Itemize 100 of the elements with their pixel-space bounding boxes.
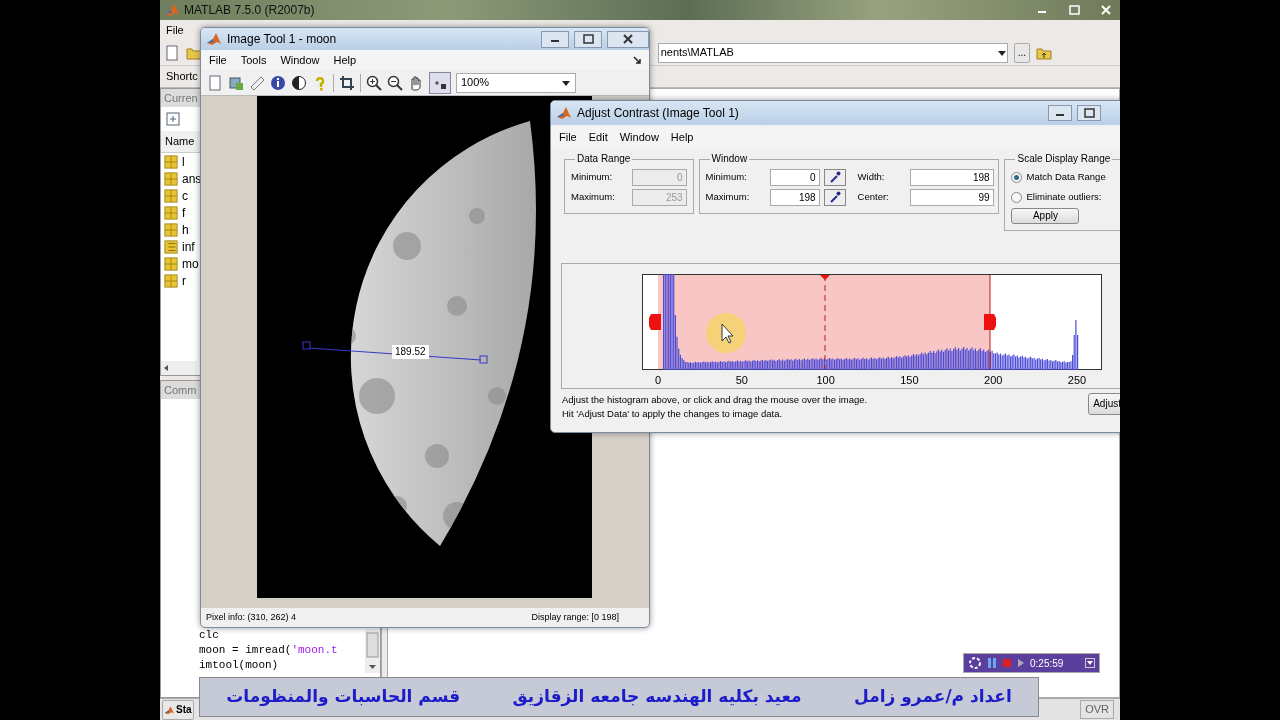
matrix-variable-icon [164, 171, 178, 186]
maximize-icon[interactable] [1067, 3, 1081, 17]
group-title: Scale Display Range [1016, 153, 1112, 165]
value-field: 253 [631, 188, 687, 206]
menu-item[interactable]: Edit [588, 128, 608, 146]
vertical-scrollbar[interactable] [365, 629, 380, 673]
matrix-variable-icon [164, 154, 178, 169]
info-icon[interactable] [270, 74, 286, 91]
adjust-data-button[interactable]: Adjust [1088, 393, 1120, 415]
field-label: Minimum: [571, 169, 614, 184]
value-field[interactable]: 198 [769, 188, 820, 206]
horizontal-scrollbar[interactable] [161, 361, 197, 375]
cursor-highlight-icon [704, 311, 748, 355]
close-icon[interactable] [1099, 3, 1113, 17]
pixel-info: Pixel info: (310, 262) 4 [206, 610, 297, 624]
shortcuts-label[interactable]: Shortc [166, 68, 198, 85]
matlab-logo-icon [206, 31, 222, 47]
crop-icon[interactable] [339, 74, 355, 91]
center-handle[interactable] [820, 275, 830, 280]
close-button[interactable] [607, 30, 649, 48]
variable-name[interactable]: inf [182, 237, 195, 256]
axis-tick-label: 100 [816, 373, 835, 388]
menu-item[interactable]: Window [619, 128, 659, 146]
dropdown-icon[interactable] [1085, 658, 1095, 668]
axis-tick-label: 0 [654, 373, 662, 388]
radio-button[interactable] [1011, 171, 1023, 183]
matlab-logo-icon [556, 105, 572, 121]
maximize-icon[interactable] [581, 32, 595, 46]
new-variable-icon[interactable] [166, 112, 180, 126]
caption-text: معيد بكليه الهندسه جامعه الزقازيق [512, 685, 802, 709]
radio-button[interactable] [1011, 191, 1023, 203]
minimize-button[interactable] [1048, 105, 1072, 121]
matrix-variable-icon [164, 222, 178, 237]
hand-icon[interactable] [408, 74, 424, 91]
matrix-variable-icon [164, 205, 178, 220]
variable-name[interactable]: c [182, 186, 188, 205]
maximize-icon[interactable] [1082, 106, 1096, 120]
recording-time: 0:25:59 [1030, 656, 1064, 671]
value-field: 0 [631, 168, 687, 186]
field-label: Minimum: [705, 169, 748, 184]
variable-name[interactable]: f [182, 203, 186, 222]
image-info-icon[interactable] [228, 74, 244, 91]
dock-arrow-icon[interactable] [631, 54, 643, 66]
eyedropper-button[interactable] [823, 168, 846, 186]
apply-button[interactable]: Apply [1011, 208, 1080, 224]
contrast-icon[interactable] [291, 74, 307, 91]
history-line[interactable]: imtool(moon) [199, 658, 365, 673]
zoom-field[interactable]: 100% [456, 72, 576, 93]
maximize-button[interactable] [574, 30, 602, 48]
window-title: Adjust Contrast (Image Tool 1) [577, 105, 739, 122]
pause-icon[interactable] [987, 657, 997, 669]
column-header: Name [165, 134, 195, 150]
ruler-icon[interactable] [249, 74, 265, 91]
browse-button[interactable]: ... [1013, 42, 1030, 63]
variable-name[interactable]: h [182, 220, 189, 239]
group-title: Data Range [576, 153, 632, 165]
eyedropper-icon[interactable] [828, 171, 841, 183]
start-button[interactable]: Sta [162, 699, 194, 720]
maximize-button[interactable] [1077, 105, 1101, 121]
menu-item[interactable]: Help [333, 51, 357, 69]
axis-tick-label: 150 [900, 373, 919, 388]
minimize-button[interactable] [541, 30, 569, 48]
field-label: Maximum: [705, 189, 751, 204]
menu-item[interactable]: Window [280, 51, 320, 69]
histogram-drawing[interactable] [658, 274, 1079, 370]
variable-name[interactable]: ans [182, 169, 202, 188]
caption-text: اعداد م/عمرو زامل [854, 685, 1012, 709]
matrix-variable-icon [164, 256, 178, 271]
current-directory-field[interactable]: nents\MATLAB [657, 42, 1008, 63]
close-icon[interactable] [621, 32, 635, 46]
menu-item[interactable]: File [559, 128, 577, 146]
field-label: Center: [857, 189, 890, 204]
radio-label[interactable]: Match Data Range [1026, 169, 1106, 185]
field-label: Width: [857, 169, 886, 184]
menu-item[interactable]: File [166, 21, 184, 39]
value-field[interactable]: 99 [909, 188, 994, 206]
window-title: MATLAB 7.5.0 (R2007b) [184, 2, 315, 19]
value-field[interactable]: 198 [909, 168, 994, 186]
variable-name[interactable]: mo [182, 254, 199, 273]
axis-tick-label: 250 [1067, 373, 1087, 388]
eyedropper-button[interactable] [823, 188, 846, 206]
value-field[interactable]: 0 [769, 168, 820, 186]
menu-item[interactable]: Help [670, 128, 694, 146]
history-line[interactable]: moon = imread('moon.t [199, 643, 365, 658]
zoom-in-icon[interactable] [366, 74, 382, 91]
group-title: Window [710, 153, 749, 165]
zoom-out-icon[interactable] [387, 74, 403, 91]
window-handle[interactable] [984, 314, 996, 330]
menu-item[interactable]: Tools [240, 51, 267, 69]
display-range: Display range: [0 198] [531, 610, 619, 624]
radio-label[interactable]: Eliminate outliers: [1026, 189, 1102, 205]
matlab-logo-icon [164, 704, 174, 715]
history-line[interactable]: clc [199, 628, 365, 643]
variable-name[interactable]: r [182, 271, 186, 290]
status-indicator: OVR [1080, 700, 1114, 719]
instruction-text: Hit 'Adjust Data' to apply the changes to image data. [562, 407, 784, 422]
menu-item[interactable]: File [209, 51, 227, 69]
eyedropper-icon[interactable] [828, 191, 841, 203]
play-icon[interactable] [1017, 658, 1025, 668]
matlab-logo-icon [164, 2, 180, 18]
